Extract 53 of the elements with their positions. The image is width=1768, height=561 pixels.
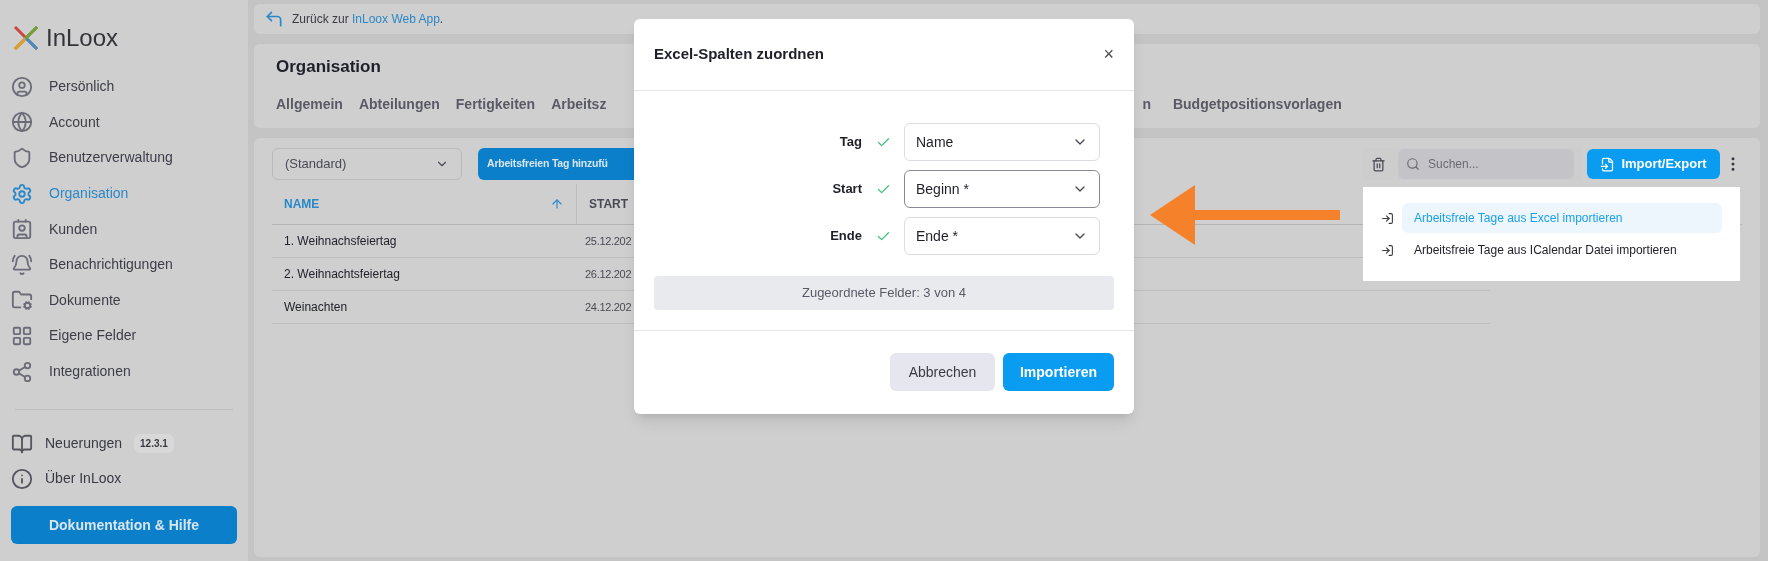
- tab[interactable]: Arbeitsz: [551, 93, 607, 115]
- mapping-summary: Zugeordnete Felder: 3 von 4: [654, 276, 1114, 310]
- tab[interactable]: Abteilungen: [358, 93, 440, 115]
- column-select[interactable]: Name: [904, 123, 1100, 161]
- sidebar-item[interactable]: Über InLoox: [45, 468, 122, 490]
- version-badge: 12.3.1: [134, 434, 174, 454]
- shield-icon: [11, 147, 33, 169]
- tab[interactable]: n: [1142, 93, 1151, 115]
- logo-icon: [12, 24, 40, 52]
- globe-icon: [11, 111, 33, 134]
- sidebar-item[interactable]: Eigene Felder: [11, 318, 237, 354]
- tab[interactable]: Budgetpositionsvorlagen: [1172, 93, 1342, 115]
- sidebar-item[interactable]: Benachrichtigungen: [11, 246, 237, 283]
- table-cell-text: 26.12.202: [584, 266, 632, 282]
- sign-in-icon: [1381, 211, 1394, 225]
- sign-in-icon: [1381, 243, 1394, 257]
- table-cell-text: 25.12.202: [584, 233, 632, 249]
- share-icon: [11, 360, 33, 383]
- trash-icon[interactable]: [1371, 156, 1386, 172]
- calendar-select[interactable]: (Standard): [272, 148, 462, 180]
- sidebar-item[interactable]: Dokumente: [11, 282, 237, 319]
- folder-gear-icon: [11, 289, 33, 312]
- file-import-icon: [1600, 156, 1616, 172]
- column-select[interactable]: Beginn *: [904, 170, 1100, 208]
- book-icon: [11, 432, 33, 455]
- sidebar-item[interactable]: Neuerungen: [45, 433, 123, 455]
- table-cell-text: 24.12.202: [584, 299, 632, 315]
- sidebar-item[interactable]: Benutzerverwaltung: [11, 140, 237, 176]
- dialog-title: Excel-Spalten zuordnen: [654, 44, 825, 65]
- cancel-button[interactable]: Abbrechen: [890, 353, 995, 391]
- table-cell-text: 2. Weihnachtsfeiertag: [283, 266, 401, 283]
- contact-card-icon: [11, 218, 33, 241]
- table-cell-text: 1. Weihnachsfeiertag: [283, 233, 398, 250]
- bell-icon: [11, 253, 33, 276]
- tab[interactable]: Allgemein: [276, 93, 343, 115]
- menu-item[interactable]: Arbeitsfreie Tage aus ICalendar Datei importieren: [1402, 235, 1722, 265]
- sidebar-item[interactable]: Persönlich: [11, 69, 237, 105]
- close-button[interactable]: ×: [1103, 41, 1114, 68]
- page-title: Organisation: [276, 56, 381, 78]
- sidebar-item[interactable]: Integrationen: [11, 353, 237, 390]
- sidebar-item[interactable]: Account: [11, 104, 237, 141]
- logo-text: InLoox: [46, 23, 119, 53]
- search-icon: [1406, 157, 1420, 171]
- tab[interactable]: Fertigkeiten: [455, 93, 536, 115]
- table-cell-text: Weinachten: [283, 299, 349, 316]
- user-icon: [11, 75, 33, 98]
- column-select[interactable]: Ende *: [904, 217, 1100, 255]
- field-label: Tag: [838, 133, 862, 152]
- field-label: Start: [831, 180, 862, 199]
- back-text: Zurück zur InLoox Web App.: [292, 11, 444, 28]
- info-icon: [11, 467, 33, 490]
- field-label: Ende: [829, 227, 862, 246]
- sidebar-item[interactable]: Kunden: [11, 211, 237, 247]
